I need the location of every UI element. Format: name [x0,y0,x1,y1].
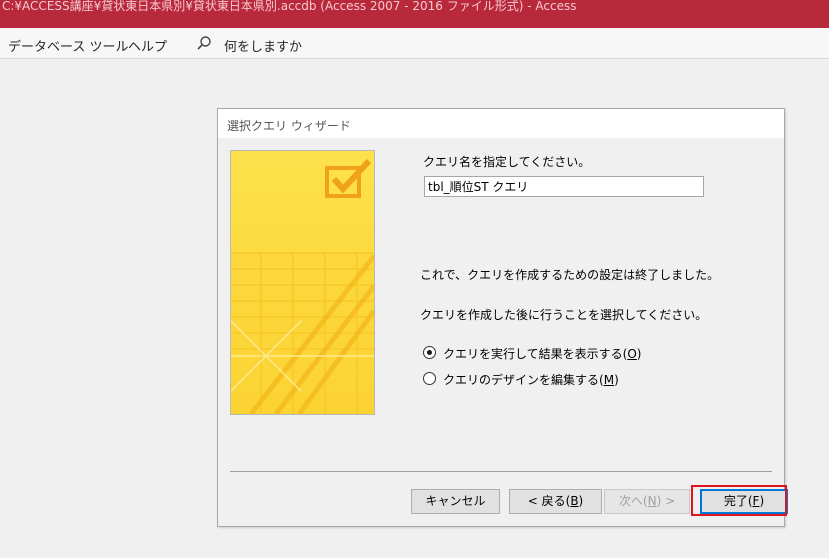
next-button-accel: N [647,494,657,508]
back-button[interactable]: < 戻る(B) [509,489,602,514]
option-run-query-accel: O [627,347,637,361]
next-button-label: 次へ [618,494,643,508]
back-button-accel: B [570,494,579,508]
dialog-title: 選択クエリ ウィザード [227,119,351,133]
window-title: C:¥ACCESS講座¥貸状東日本県別¥貸状東日本県別.accdb (Acces… [2,0,577,13]
next-button-arrow: > [661,494,676,508]
option-edit-design-label: クエリのデザインを編集する [443,373,600,387]
finish-button-highlight [691,485,787,516]
tab-database-tools[interactable]: データベース ツール [8,36,128,55]
option-run-query-label: クエリを実行して結果を表示する [443,347,623,361]
tell-me-label: 何をしますか [224,40,303,55]
option-run-query[interactable]: クエリを実行して結果を表示する(O) [423,345,653,361]
ribbon-tab-bar: データベース ツール ヘルプ 何をしますか [0,28,829,59]
cancel-button[interactable]: キャンセル [411,489,500,514]
radio-unselected-icon[interactable] [423,372,436,385]
query-name-input[interactable] [424,176,704,197]
next-button[interactable]: 次へ(N) > [604,489,690,514]
option-edit-design-accel: M [603,373,615,387]
radio-selected-icon[interactable] [423,346,436,359]
search-icon [197,36,211,50]
button-divider [230,471,772,472]
finish-message: これで、クエリを作成するための設定は終了しました。 [420,268,720,282]
back-button-label: < 戻る [527,494,566,508]
next-step-prompt: クエリを作成した後に行うことを選択してください。 [420,308,708,322]
option-edit-design[interactable]: クエリのデザインを編集する(M) [423,371,653,387]
dialog-title-bar[interactable]: 選択クエリ ウィザード [218,109,784,138]
query-name-prompt: クエリ名を指定してください。 [423,155,591,169]
title-bar: C:¥ACCESS講座¥貸状東日本県別¥貸状東日本県別.accdb (Acces… [0,0,829,28]
wizard-illustration [230,150,375,415]
tab-help[interactable]: ヘルプ [128,36,167,55]
simple-query-wizard-dialog: 選択クエリ ウィザード クエリ名を指定してください。 tbl_順位ST クエリ … [217,108,788,527]
